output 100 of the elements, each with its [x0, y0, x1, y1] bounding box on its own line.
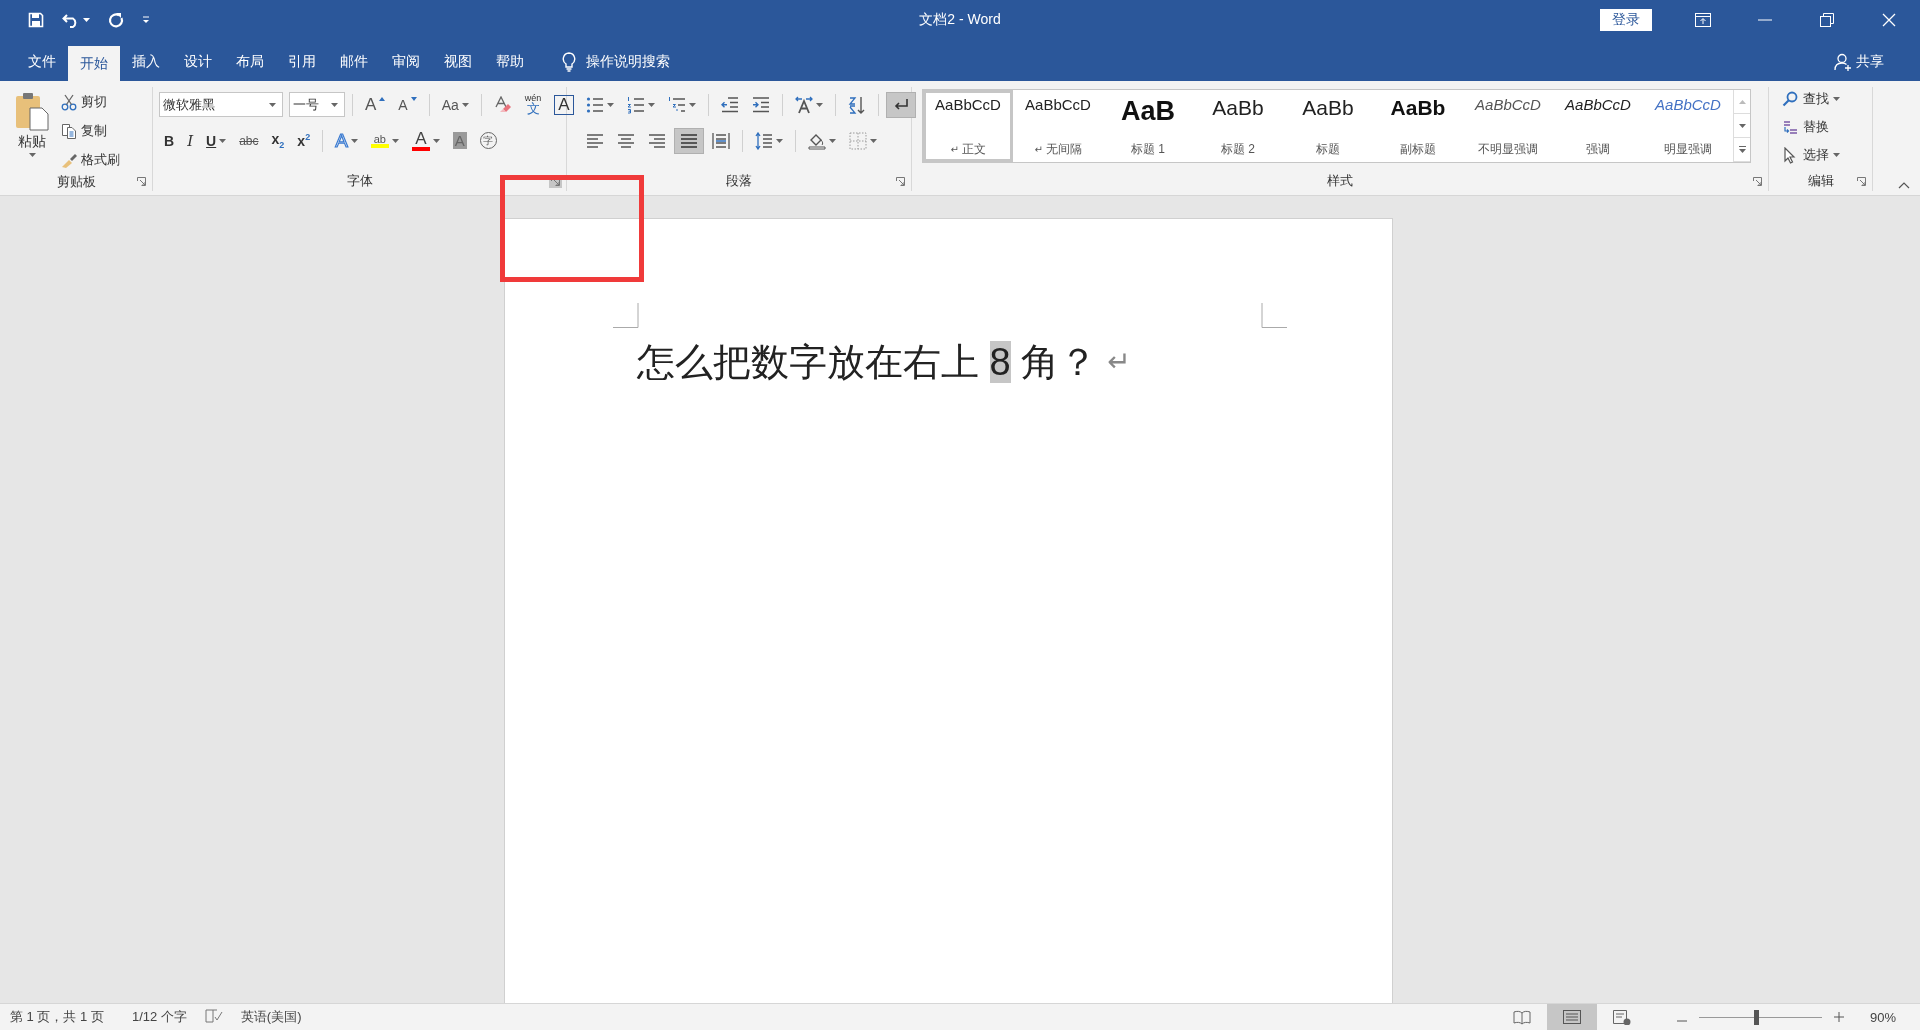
ribbon-tab[interactable]: 布局: [224, 46, 276, 81]
paintbrush-icon: [61, 151, 77, 169]
font-size-field[interactable]: 一号: [289, 92, 345, 117]
group-label: 字体: [346, 172, 373, 190]
cut-button[interactable]: 剪切: [58, 90, 123, 114]
redo-button[interactable]: [106, 10, 126, 30]
dialog-launcher-button[interactable]: [1751, 174, 1764, 188]
strikethrough-button[interactable]: abc: [234, 127, 264, 154]
dialog-launcher-button[interactable]: [894, 174, 907, 188]
caret-icon: [350, 138, 358, 143]
find-button[interactable]: 查找: [1779, 87, 1843, 111]
caret-icon: [1833, 153, 1840, 157]
tell-me-button[interactable]: 操作说明搜索: [556, 46, 676, 81]
style-item[interactable]: AaB 标题 1: [1103, 90, 1193, 162]
ribbon-tab[interactable]: 审阅: [380, 46, 432, 81]
italic-button[interactable]: I: [182, 127, 199, 154]
ribbon-tab[interactable]: 文件: [16, 46, 68, 81]
window-title: 文档2 - Word: [919, 11, 1001, 29]
enclose-characters-button[interactable]: 字: [474, 127, 502, 154]
caret-icon: [269, 102, 276, 107]
copy-button[interactable]: 复制: [58, 119, 123, 143]
letter-arrows-icon: [795, 95, 813, 114]
font-color-button[interactable]: A: [406, 127, 445, 154]
distributed-icon: [712, 131, 730, 150]
save-icon: [28, 12, 44, 28]
person-add-icon: [1834, 53, 1852, 71]
phonetic-guide-button[interactable]: wén 文: [519, 91, 547, 118]
underline-button[interactable]: U: [201, 127, 232, 154]
align-center-icon: [617, 131, 635, 150]
show-marks-button[interactable]: [886, 91, 916, 118]
sign-in-button[interactable]: 登录: [1600, 9, 1652, 31]
ribbon-tab[interactable]: 引用: [276, 46, 328, 81]
highlight-button[interactable]: ab: [365, 127, 404, 154]
replace-button[interactable]: 替换: [1779, 115, 1843, 139]
align-right-icon: [648, 131, 666, 150]
launcher-icon: [1753, 176, 1762, 186]
save-button[interactable]: [26, 10, 46, 30]
slider-thumb[interactable]: [1753, 1009, 1759, 1025]
lightbulb-icon: [562, 52, 576, 72]
proofing-button[interactable]: [204, 1008, 223, 1026]
outdent-icon: [721, 95, 739, 114]
caret-icon: [391, 138, 399, 143]
share-button[interactable]: 共享: [1828, 46, 1890, 81]
collapse-icon: [1898, 182, 1910, 189]
caret-icon: [1833, 97, 1840, 101]
style-item[interactable]: AaBb 标题: [1283, 90, 1373, 162]
caret-icon: [648, 102, 655, 107]
ribbon-tab[interactable]: 开始: [68, 46, 120, 81]
caret-icon: [432, 138, 440, 143]
collapse-ribbon-button[interactable]: [1898, 182, 1910, 189]
redo-icon: [108, 12, 124, 28]
ribbon-tab[interactable]: 设计: [172, 46, 224, 81]
dialog-launcher-button[interactable]: [135, 175, 148, 188]
superscript-button[interactable]: x$^{2}$: [292, 127, 316, 154]
clipboard-icon: [14, 91, 50, 131]
style-item[interactable]: AaBbCcD ↵ 正文: [923, 90, 1013, 162]
book-check-icon: [204, 1008, 223, 1023]
format-painter-button[interactable]: 格式刷: [58, 148, 123, 172]
style-item[interactable]: AaBbCcD 不明显强调: [1463, 90, 1553, 162]
ribbon-tab[interactable]: 邮件: [328, 46, 380, 81]
grow-font-button[interactable]: A: [360, 91, 391, 118]
change-case-button[interactable]: Aa: [436, 91, 474, 118]
up-arrow-icon: [1738, 99, 1746, 104]
down-arrow-icon: [1738, 123, 1746, 128]
page-count: 第 1 页，共 1 页: [9, 1008, 105, 1026]
style-item[interactable]: AaBb 副标题: [1373, 90, 1463, 162]
language-label: 英语(美国): [239, 1008, 303, 1026]
group-label: 剪贴板: [56, 172, 96, 191]
shrink-font-button[interactable]: A: [393, 91, 422, 118]
style-item[interactable]: AaBb 标题 2: [1193, 90, 1283, 162]
ribbon-display-icon: [1695, 13, 1711, 27]
sort-icon: [848, 95, 866, 114]
caret-icon: [83, 18, 90, 22]
group-label: 编辑: [1807, 172, 1834, 190]
select-button[interactable]: 选择: [1779, 143, 1843, 167]
replace-icon: [1782, 118, 1799, 136]
justify-button[interactable]: [674, 127, 704, 154]
scissors-icon: [61, 93, 77, 111]
caret-icon: [461, 102, 469, 107]
caret-icon: [870, 138, 877, 143]
ribbon-tab[interactable]: 视图: [432, 46, 484, 81]
style-item[interactable]: AaBbCcD ↵ 无间隔: [1013, 90, 1103, 162]
plus-icon: [1833, 1012, 1844, 1022]
ribbon-tab[interactable]: 插入: [120, 46, 172, 81]
font-name-field[interactable]: 微软雅黑: [159, 92, 283, 117]
customize-toolbar-button[interactable]: [140, 14, 152, 26]
copy-icon: [61, 122, 77, 140]
style-item[interactable]: AaBbCcD 强调: [1553, 90, 1643, 162]
bold-button[interactable]: B: [159, 127, 180, 154]
more-icon: [1738, 146, 1746, 153]
subscript-button[interactable]: x$_{2}$: [266, 127, 290, 154]
style-item[interactable]: AaBbCcD 明显强调: [1643, 90, 1733, 162]
ribbon-tab[interactable]: 帮助: [484, 46, 536, 81]
minus-icon: [1676, 1020, 1687, 1022]
caret-icon: [607, 102, 614, 107]
word-count: 1/12 个字: [130, 1008, 188, 1026]
margin-mark: [613, 303, 639, 328]
paste-button[interactable]: 粘贴: [6, 87, 58, 172]
print-layout-button[interactable]: [1546, 1004, 1597, 1030]
dialog-launcher-button[interactable]: [1855, 174, 1868, 188]
